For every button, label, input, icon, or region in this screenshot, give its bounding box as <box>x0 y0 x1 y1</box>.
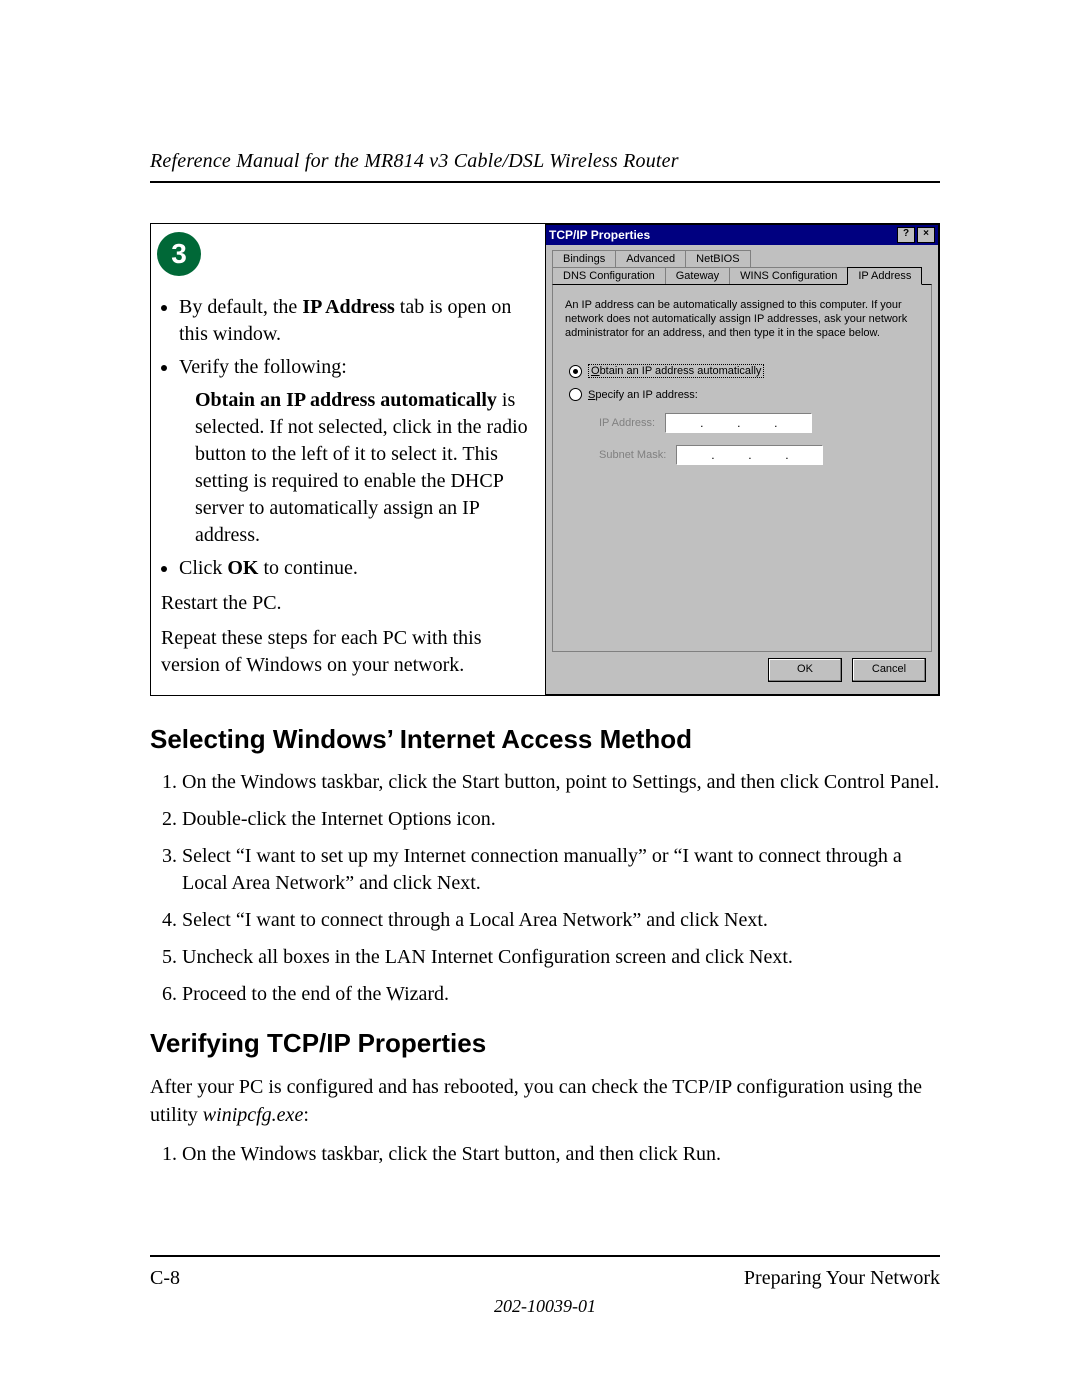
dialog-figure: TCP/IP Properties ? × Bindings Advanced … <box>545 224 939 695</box>
header-rule <box>150 181 940 183</box>
bold-obtain-auto: Obtain an IP address automatically <box>195 389 497 411</box>
radio-dot-icon <box>569 388 582 401</box>
tab-wins-configuration[interactable]: WINS Configuration <box>729 267 848 285</box>
restart-line: Restart the PC. <box>161 590 537 617</box>
tab-ip-address[interactable]: IP Address <box>847 267 922 285</box>
tab-panel-ip-address: An IP address can be automatically assig… <box>552 284 932 652</box>
dialog-title: TCP/IP Properties <box>549 228 650 242</box>
subnet-mask-input[interactable]: . . . <box>676 445 823 465</box>
obtain-paragraph: Obtain an IP address automatically is se… <box>195 387 537 549</box>
underline: O <box>591 365 600 377</box>
text: Click <box>179 557 227 579</box>
radio-specify-label: Specify an IP address: <box>588 389 698 401</box>
list-item: On the Windows taskbar, click the Start … <box>182 769 940 796</box>
repeat-line: Repeat these steps for each PC with this… <box>161 625 537 679</box>
verifying-intro: After your PC is configured and has rebo… <box>150 1073 940 1129</box>
subnet-mask-field: Subnet Mask: . . . <box>599 445 919 465</box>
list-item: Uncheck all boxes in the LAN Internet Co… <box>182 944 940 971</box>
text: to continue. <box>263 557 357 579</box>
running-header: Reference Manual for the MR814 v3 Cable/… <box>150 150 940 173</box>
page: Reference Manual for the MR814 v3 Cable/… <box>0 0 1080 1397</box>
list-item: Select “I want to set up my Internet con… <box>182 843 940 897</box>
tab-netbios[interactable]: NetBIOS <box>685 250 750 267</box>
help-button[interactable]: ? <box>897 227 915 243</box>
section-heading-verifying-tcpip: Verifying TCP/IP Properties <box>150 1028 940 1059</box>
verifying-steps: On the Windows taskbar, click the Start … <box>182 1141 940 1168</box>
bold-ok: OK <box>227 557 258 579</box>
subnet-mask-label: Subnet Mask: <box>599 449 666 461</box>
radio-specify-ip[interactable]: Specify an IP address: <box>569 388 919 401</box>
step-row: 3 By default, the IP Address tab is open… <box>150 223 940 696</box>
ip-mode-radio-group: Obtain an IP address automatically Speci… <box>569 364 919 465</box>
ip-address-field: IP Address: . . . <box>599 413 919 433</box>
bullet-verify: Verify the following: <box>179 354 537 381</box>
tab-dns-configuration[interactable]: DNS Configuration <box>552 267 666 285</box>
text: pecify an IP address: <box>595 389 698 401</box>
tab-advanced[interactable]: Advanced <box>615 250 686 267</box>
bullet-click-ok: Click OK to continue. <box>179 555 537 582</box>
text: : <box>303 1104 309 1126</box>
tabs-row-2: DNS Configuration Gateway WINS Configura… <box>552 266 932 284</box>
dialog-titlebar: TCP/IP Properties ? × <box>546 225 938 245</box>
page-footer: C-8 Preparing Your Network 202-10039-01 <box>150 1235 940 1317</box>
section-heading-internet-access: Selecting Windows’ Internet Access Metho… <box>150 724 940 755</box>
radio-obtain-automatically[interactable]: Obtain an IP address automatically <box>569 364 919 378</box>
list-item: Proceed to the end of the Wizard. <box>182 981 940 1008</box>
footer-section-name: Preparing Your Network <box>744 1267 940 1290</box>
internet-access-steps: On the Windows taskbar, click the Start … <box>182 769 940 1008</box>
cancel-button[interactable]: Cancel <box>852 658 926 682</box>
dialog-body: Bindings Advanced NetBIOS DNS Configurat… <box>546 245 938 694</box>
dialog-button-row: OK Cancel <box>552 652 932 688</box>
text: btain an IP address automatically <box>600 365 762 377</box>
radio-obtain-label: Obtain an IP address automatically <box>588 364 764 378</box>
step-instructions: 3 By default, the IP Address tab is open… <box>151 224 545 695</box>
list-item: Double-click the Internet Options icon. <box>182 806 940 833</box>
tcpip-properties-dialog: TCP/IP Properties ? × Bindings Advanced … <box>545 224 939 695</box>
list-item: Select “I want to connect through a Loca… <box>182 907 940 934</box>
bullet-ip-address: By default, the IP Address tab is open o… <box>179 294 537 348</box>
tabs-row-1: Bindings Advanced NetBIOS <box>552 249 932 266</box>
tab-bindings[interactable]: Bindings <box>552 250 616 267</box>
bold-ip-address: IP Address <box>302 296 394 318</box>
footer-doc-number: 202-10039-01 <box>150 1296 940 1317</box>
filename-winipcfg: winipcfg.exe <box>203 1104 304 1126</box>
footer-rule <box>150 1255 940 1257</box>
close-button[interactable]: × <box>917 227 935 243</box>
radio-dot-selected-icon <box>569 365 582 378</box>
step-number-badge: 3 <box>157 232 201 276</box>
text: is selected. If not selected, click in t… <box>195 389 528 546</box>
dialog-description: An IP address can be automatically assig… <box>565 299 919 340</box>
ok-button[interactable]: OK <box>768 658 842 682</box>
tab-gateway[interactable]: Gateway <box>665 267 730 285</box>
page-number: C-8 <box>150 1267 180 1290</box>
ip-address-label: IP Address: <box>599 417 655 429</box>
list-item: On the Windows taskbar, click the Start … <box>182 1141 940 1168</box>
text: By default, the <box>179 296 302 318</box>
ip-address-input[interactable]: . . . <box>665 413 812 433</box>
